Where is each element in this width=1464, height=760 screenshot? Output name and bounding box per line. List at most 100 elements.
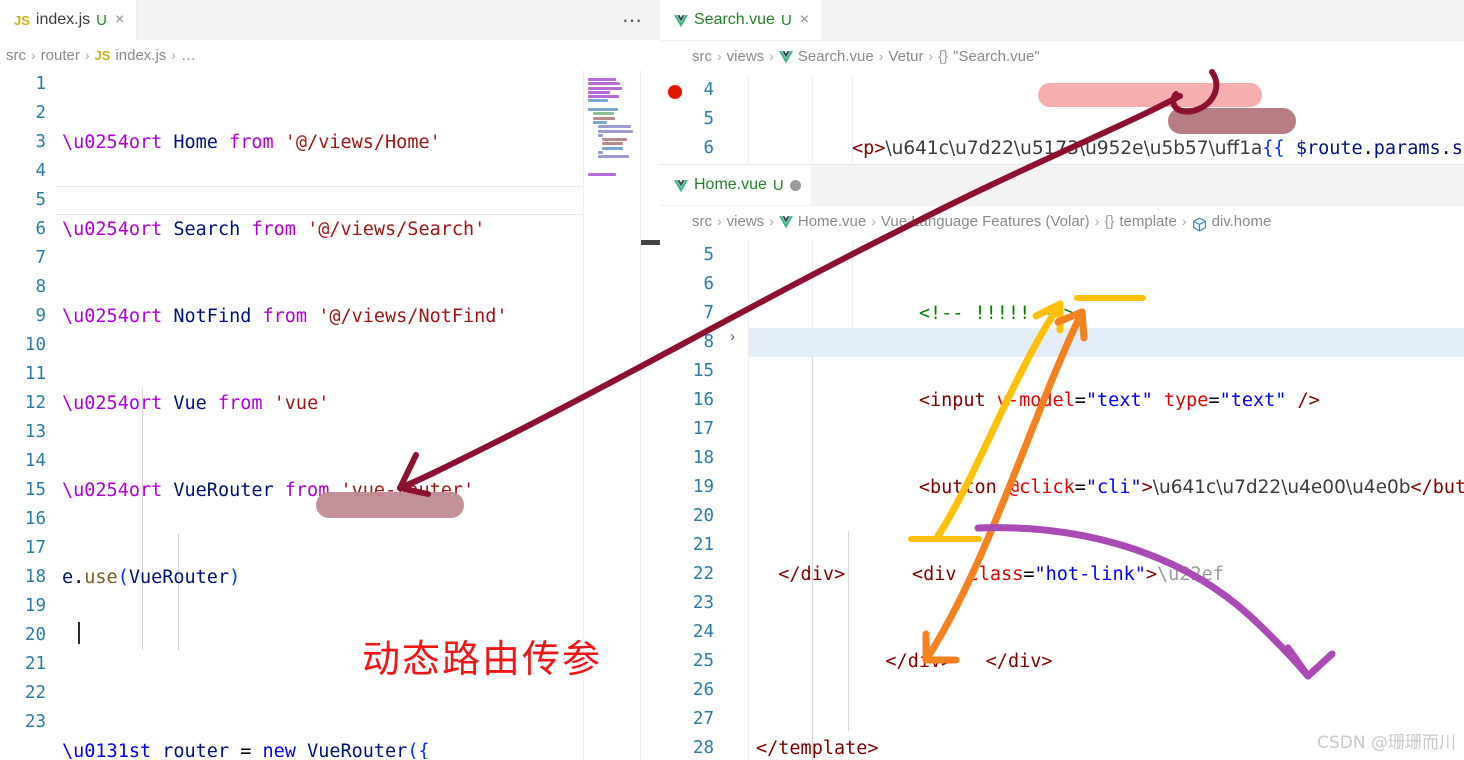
watermark: CSDN @珊珊而川 bbox=[1317, 733, 1456, 753]
tab-search-vue[interactable]: Search.vue U × bbox=[660, 0, 822, 40]
code-line: \u0254ort Home from '@/views/Home' bbox=[62, 132, 441, 153]
tab-unsaved-badge: U bbox=[96, 11, 107, 29]
line-number: 9 bbox=[35, 306, 46, 326]
line-number: 16 bbox=[24, 509, 46, 529]
home-tabbar: Home.vue U bbox=[660, 165, 1464, 206]
breadcrumb-separator: › bbox=[31, 47, 36, 63]
gutter-divider bbox=[812, 76, 813, 164]
unsaved-dot-icon[interactable] bbox=[789, 179, 801, 191]
line-number: 4 bbox=[35, 161, 46, 181]
line-number: 20 bbox=[692, 506, 714, 526]
code-line: \u0131st router = new VueRouter({ bbox=[62, 741, 430, 759]
breadcrumb-item-symbol[interactable]: "Search.vue" bbox=[953, 48, 1040, 65]
line-number: 3 bbox=[35, 132, 46, 152]
text-cursor bbox=[78, 622, 80, 644]
vue-icon bbox=[674, 14, 688, 28]
line-number: 1 bbox=[35, 74, 46, 94]
code-line: <input v-model="text" type="text" /> bbox=[918, 390, 1320, 411]
symbol-icon: {} bbox=[938, 47, 949, 65]
breadcrumb-item-vetur[interactable]: Vetur bbox=[888, 48, 923, 65]
breadcrumb-item-src[interactable]: src bbox=[692, 213, 712, 230]
breadcrumb-item-views[interactable]: views bbox=[727, 213, 765, 230]
line-number: 26 bbox=[692, 680, 714, 700]
breadcrumb-separator: › bbox=[1181, 213, 1187, 229]
line-number: 22 bbox=[24, 683, 46, 703]
line-number: 6 bbox=[35, 219, 46, 239]
vue-icon bbox=[778, 50, 793, 64]
line-number: 24 bbox=[692, 622, 714, 642]
breadcrumb-separator: › bbox=[878, 48, 884, 64]
gutter-divider bbox=[748, 241, 749, 760]
line-number: 16 bbox=[692, 390, 714, 410]
line-number: 10 bbox=[24, 335, 46, 355]
code-line: </div> </div> bbox=[885, 651, 1053, 672]
tab-index-js[interactable]: JS index.js U × bbox=[0, 0, 138, 40]
left-line-numbers: 1 2 3 4 5 6 7 8 9 10 11 12 13 14 15 16 1… bbox=[0, 70, 56, 737]
line-number: 6 bbox=[703, 274, 714, 294]
breadcrumb-item-views[interactable]: views bbox=[727, 48, 765, 65]
editor-actions-more[interactable]: ⋯ bbox=[622, 0, 644, 40]
tab-unsaved-badge: U bbox=[780, 11, 792, 29]
code-line: \u0254ort NotFind from '@/views/NotFind' bbox=[62, 306, 508, 327]
minimap-lines bbox=[588, 78, 636, 177]
breadcrumb-item-volar[interactable]: Vue Language Features (Volar) bbox=[881, 213, 1090, 230]
breadcrumb-item-template[interactable]: template bbox=[1119, 213, 1177, 230]
line-number: 13 bbox=[24, 422, 46, 442]
breadcrumb-item-src[interactable]: src bbox=[6, 47, 26, 64]
breadcrumb-item-file[interactable]: Search.vue bbox=[798, 48, 874, 65]
breadcrumb-separator: › bbox=[171, 47, 176, 63]
line-number: 15 bbox=[692, 361, 714, 381]
right-editor-column: Search.vue U × src › views › Search.vue … bbox=[660, 0, 1464, 760]
breadcrumb-separator: › bbox=[84, 47, 90, 63]
tabbar-filler bbox=[137, 0, 660, 40]
breadcrumb-item-div-home[interactable]: div.home bbox=[1212, 213, 1272, 230]
search-editor-body[interactable]: 4 5 6 <p>\u641c\u7d22\u5173\u952e\u5b57\… bbox=[660, 76, 1464, 164]
breadcrumb-item-router[interactable]: router bbox=[41, 47, 80, 64]
indent-guide bbox=[812, 357, 813, 760]
fold-indicator[interactable]: › bbox=[730, 328, 748, 345]
line-number: 8 bbox=[35, 277, 46, 297]
tab-label: Home.vue bbox=[694, 176, 767, 193]
breadcrumb-item-more[interactable]: … bbox=[181, 47, 196, 64]
left-tabbar: JS index.js U × ⋯ bbox=[0, 0, 660, 40]
line-number: 18 bbox=[24, 567, 46, 587]
vue-icon bbox=[674, 179, 688, 193]
home-vue-group: Home.vue U src › views › Home.vue › Vue … bbox=[660, 164, 1464, 760]
tab-label: index.js bbox=[35, 11, 91, 28]
tab-home-vue[interactable]: Home.vue U bbox=[660, 165, 811, 205]
line-number: 15 bbox=[24, 480, 46, 500]
line-number: 18 bbox=[692, 448, 714, 468]
line-number: 20 bbox=[24, 625, 46, 645]
search-breadcrumb: src › views › Search.vue › Vetur › {} "S… bbox=[660, 41, 1464, 71]
line-number: 5 bbox=[703, 245, 714, 265]
js-icon: JS bbox=[14, 12, 30, 28]
line-number: 17 bbox=[24, 538, 46, 558]
vertical-scrollbar[interactable] bbox=[640, 70, 660, 759]
scrollbar-thumb[interactable] bbox=[641, 240, 660, 245]
close-icon[interactable]: × bbox=[798, 12, 811, 28]
breadcrumb-item-src[interactable]: src bbox=[692, 48, 712, 65]
gutter-divider bbox=[812, 241, 813, 328]
line-number: 21 bbox=[24, 654, 46, 674]
code-line: <!-- !!!!! --> bbox=[918, 303, 1075, 324]
vscode-window: JS index.js U × ⋯ src › router › JS inde… bbox=[0, 0, 1464, 760]
line-number: 27 bbox=[692, 709, 714, 729]
breadcrumb-item-file[interactable]: Home.vue bbox=[798, 213, 866, 230]
tabbar-filler bbox=[821, 0, 1464, 40]
close-icon[interactable]: × bbox=[113, 12, 126, 28]
home-editor-body[interactable]: 5 6 7 8 15 16 17 18 19 20 21 22 23 24 25… bbox=[660, 241, 1464, 760]
home-breadcrumb: src › views › Home.vue › Vue Language Fe… bbox=[660, 206, 1464, 236]
js-icon: JS bbox=[94, 47, 111, 63]
cube-icon bbox=[1192, 216, 1207, 232]
line-number: 19 bbox=[24, 596, 46, 616]
line-number: 11 bbox=[24, 364, 46, 384]
search-code-text[interactable]: <p>\u641c\u7d22\u5173\u952e\u5b57\uff1a{… bbox=[852, 76, 1464, 164]
breadcrumb-separator: › bbox=[717, 48, 722, 64]
code-line: <p>\u641c\u7d22\u5173\u952e\u5b57\uff1a{… bbox=[852, 138, 1464, 159]
tab-label: Search.vue bbox=[694, 11, 775, 28]
line-number: 2 bbox=[35, 103, 46, 123]
line-number: 23 bbox=[24, 712, 46, 732]
breadcrumb-item-file[interactable]: index.js bbox=[115, 47, 166, 64]
code-line: e.use(VueRouter) bbox=[62, 567, 241, 588]
home-code-text[interactable]: <!-- !!!!! --> <input v-model="text" typ… bbox=[756, 241, 1464, 760]
